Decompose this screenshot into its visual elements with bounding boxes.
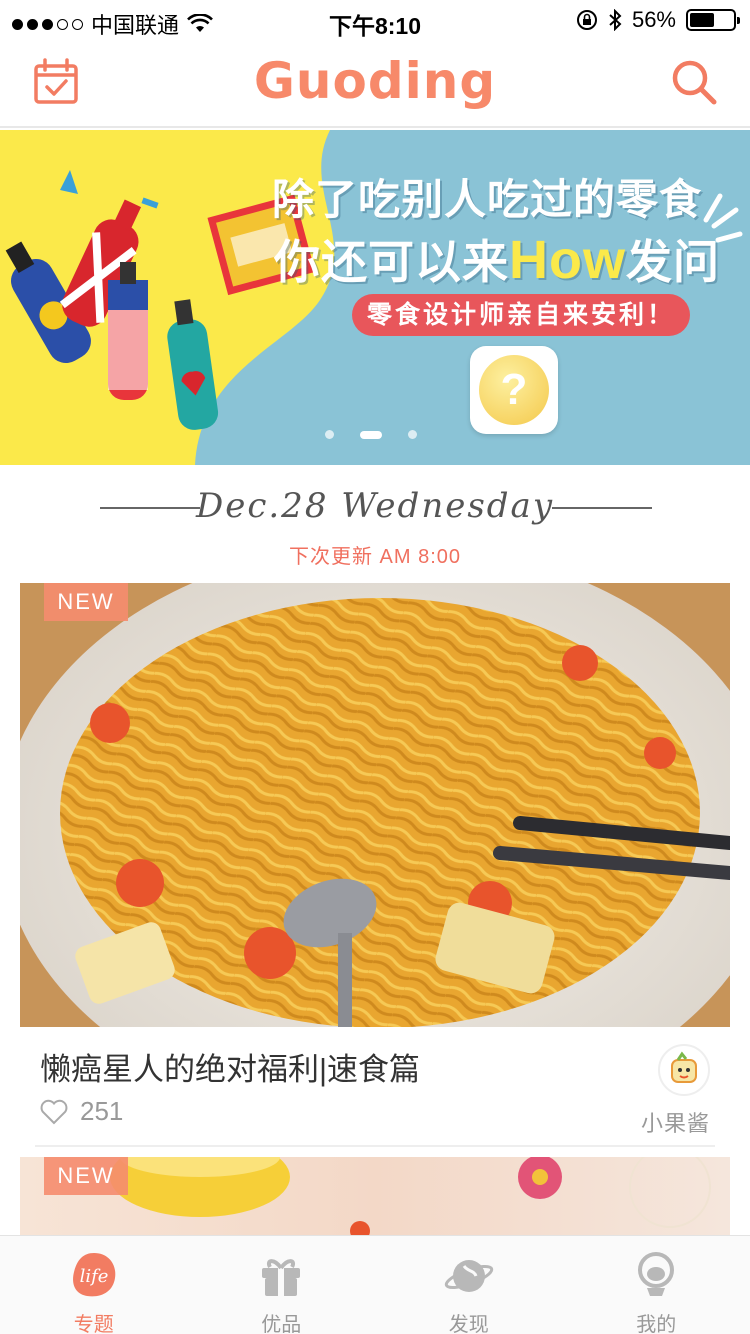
banner-pager[interactable] <box>325 430 417 439</box>
heart-icon[interactable] <box>40 1099 68 1125</box>
avatar[interactable] <box>658 1044 710 1096</box>
tab-label: 优品 <box>261 1314 302 1334</box>
gift-icon <box>262 1259 301 1296</box>
banner-subheadline: 你还可以来How发问 <box>274 226 720 292</box>
status-right: 56% <box>576 7 740 33</box>
profile-icon <box>638 1252 675 1296</box>
banner-sub-highlight: How <box>509 230 626 290</box>
date-label: Dec.28 Wednesday <box>195 486 555 526</box>
author-name[interactable]: 小果酱 <box>641 1106 710 1138</box>
status-bar: 中国联通 下午8:10 56% <box>0 0 750 40</box>
next-update-label: 下次更新 AM 8:00 <box>288 546 462 568</box>
tab-label: 专题 <box>73 1314 114 1334</box>
tab-discover[interactable]: 发现 <box>375 1236 563 1334</box>
pager-dot[interactable] <box>325 430 334 439</box>
article-title[interactable]: 懒癌星人的绝对福利|速食篇 <box>40 1044 420 1089</box>
tab-label: 我的 <box>636 1314 677 1334</box>
pasta-dish-photo <box>20 583 730 1027</box>
author-avatar-icon <box>671 1051 697 1083</box>
bluetooth-icon <box>609 9 622 31</box>
battery-percent: 56% <box>631 7 676 32</box>
planet-icon <box>444 1260 493 1292</box>
date-header: Dec.28 Wednesday <box>0 486 750 536</box>
life-icon: life <box>72 1253 116 1297</box>
banner-tagline-pill: 零食设计师亲自来安利！ <box>352 294 690 336</box>
new-badge-2: NEW <box>44 1157 128 1195</box>
tab-bar: life 专题 优品 发现 我的 <box>0 1235 750 1334</box>
app-logo: Guoding <box>253 52 497 110</box>
question-icon: ? <box>479 355 549 425</box>
nav-bar: Guoding <box>0 40 750 128</box>
divider-line-right <box>552 507 652 509</box>
tab-goods[interactable]: 优品 <box>188 1236 376 1334</box>
new-badge: NEW <box>44 583 128 621</box>
like-count[interactable]: 251 <box>40 1096 123 1127</box>
pager-dot[interactable] <box>408 430 417 439</box>
like-count-value: 251 <box>80 1096 124 1126</box>
banner-sub-prefix: 你还可以来 <box>274 236 509 288</box>
banner-headline: 除了吃别人吃过的零食 <box>271 176 702 223</box>
card-divider <box>35 1145 715 1147</box>
app-icon: ? <box>470 346 558 434</box>
life-icon-text: life <box>79 1266 108 1287</box>
pager-dot-active[interactable] <box>360 430 382 439</box>
sparkle-icon <box>703 193 743 243</box>
battery-icon <box>686 9 740 31</box>
orientation-lock-icon <box>576 10 597 30</box>
battery-fill <box>690 13 714 27</box>
tab-label: 发现 <box>448 1314 489 1334</box>
article-card-image[interactable] <box>20 583 730 1027</box>
tab-topics[interactable]: life 专题 <box>0 1236 188 1334</box>
tab-profile[interactable]: 我的 <box>563 1236 750 1334</box>
search-icon[interactable] <box>668 56 720 108</box>
promo-banner[interactable]: 除了吃别人吃过的零食 你还可以来How发问 零食设计师亲自来安利！ ? <box>0 130 750 465</box>
